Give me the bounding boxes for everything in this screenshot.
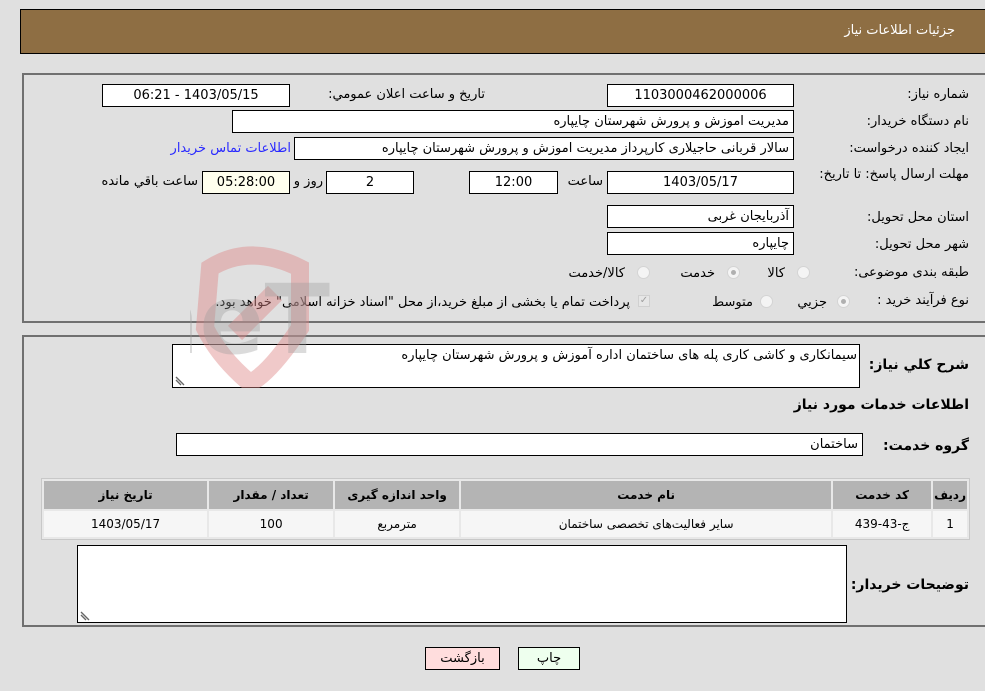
cell-service-name: سایر فعالیت‌های تخصصی ساختمان [461,511,832,537]
process-radio-minor[interactable] [837,295,850,308]
buyer-notes-label: توضیحات خریدار: [850,577,969,593]
process-radio-medium[interactable] [760,295,773,308]
creator-label: ایجاد کننده درخواست: [849,141,969,156]
buyer-org-field: مدیریت اموزش و پرورش شهرستان چایپاره [232,110,794,133]
description-label: شرح کلي نياز: [868,357,969,373]
description-text: سیمانکاری و کاشی کاری پله های ساختمان اد… [401,348,857,363]
category-radio-goods[interactable] [797,266,810,279]
cell-need-date: 1403/05/17 [44,511,208,537]
category-radio-service[interactable] [727,266,740,279]
creator-field: سالار قربانی حاجیلاری کارپرداز مدیریت ام… [294,137,794,160]
category-radio-goods-service[interactable] [637,266,650,279]
city-label: شهر محل تحویل: [874,237,969,252]
city-field: چایپاره [607,232,794,255]
payment-note: پرداخت تمام یا بخشی از مبلغ خرید،از محل … [215,295,630,310]
process-option-minor: جزيي [797,295,827,310]
announce-field: 1403/05/15 - 06:21 [102,84,290,107]
days-field: 2 [326,171,414,194]
details-panel: شماره نیاز: 1103000462000006 تاریخ و ساع… [22,73,985,323]
services-table: ردیف کد خدمت نام خدمت واحد اندازه گیری ت… [41,478,970,540]
buyer-org-label: نام دستگاه خریدار: [866,114,969,129]
services-panel: شرح کلي نياز: سیمانکاری و کاشی کاری پله … [22,335,985,627]
need-number-label: شماره نیاز: [907,87,969,102]
service-group-label: گروه خدمت: [883,438,969,454]
process-option-medium: متوسط [712,295,753,310]
buyer-contact-link[interactable]: اطلاعات تماس خریدار [171,141,291,156]
services-section-title: اطلاعات خدمات مورد نياز [793,397,969,413]
resize-grip-icon[interactable] [80,611,90,621]
remaining-label: ساعت باقي مانده [101,174,198,189]
table-row: 1 ج-43-439 سایر فعالیت‌های تخصصی ساختمان… [44,511,967,537]
cell-service-code: ج-43-439 [833,511,932,537]
print-button[interactable]: چاپ [518,647,580,670]
province-field: آذربایجان غربی [607,205,794,228]
province-label: استان محل تحویل: [867,210,969,225]
col-unit: واحد اندازه گیری [335,481,460,509]
col-need-date: تاریخ نیاز [44,481,208,509]
process-label: نوع فرآیند خرید : [877,293,969,308]
page-title: جزئیات اطلاعات نیاز [844,23,955,38]
col-service-name: نام خدمت [461,481,832,509]
col-service-code: کد خدمت [833,481,932,509]
remaining-time-field: 05:28:00 [202,171,290,194]
resize-grip-icon[interactable] [175,376,185,386]
service-group-field: ساختمان [176,433,863,456]
category-option-goods-service: کالا/خدمت [568,266,625,281]
deadline-time-label: ساعت [567,174,603,189]
description-textarea[interactable]: سیمانکاری و کاشی کاری پله های ساختمان اد… [172,344,860,388]
announce-label: تاریخ و ساعت اعلان عمومي: [328,87,485,102]
cell-row: 1 [933,511,967,537]
deadline-label: مهلت ارسال پاسخ: تا تاریخ: [819,167,969,182]
page-header: جزئیات اطلاعات نیاز [20,9,985,54]
col-row: ردیف [933,481,967,509]
treasury-checkbox[interactable]: ✓ [638,295,650,307]
category-label: طبقه بندی موضوعی: [853,265,969,280]
category-option-service: خدمت [680,266,715,281]
buyer-notes-textarea[interactable] [77,545,847,623]
col-quantity: تعداد / مقدار [209,481,334,509]
deadline-time-field: 12:00 [469,171,558,194]
deadline-date-field: 1403/05/17 [607,171,794,194]
category-option-goods: کالا [767,266,785,281]
cell-unit: مترمربع [335,511,460,537]
need-number-field: 1103000462000006 [607,84,794,107]
cell-quantity: 100 [209,511,334,537]
services-table-header: ردیف کد خدمت نام خدمت واحد اندازه گیری ت… [44,481,967,509]
days-label: روز و [293,174,323,189]
back-button[interactable]: بازگشت [425,647,500,670]
